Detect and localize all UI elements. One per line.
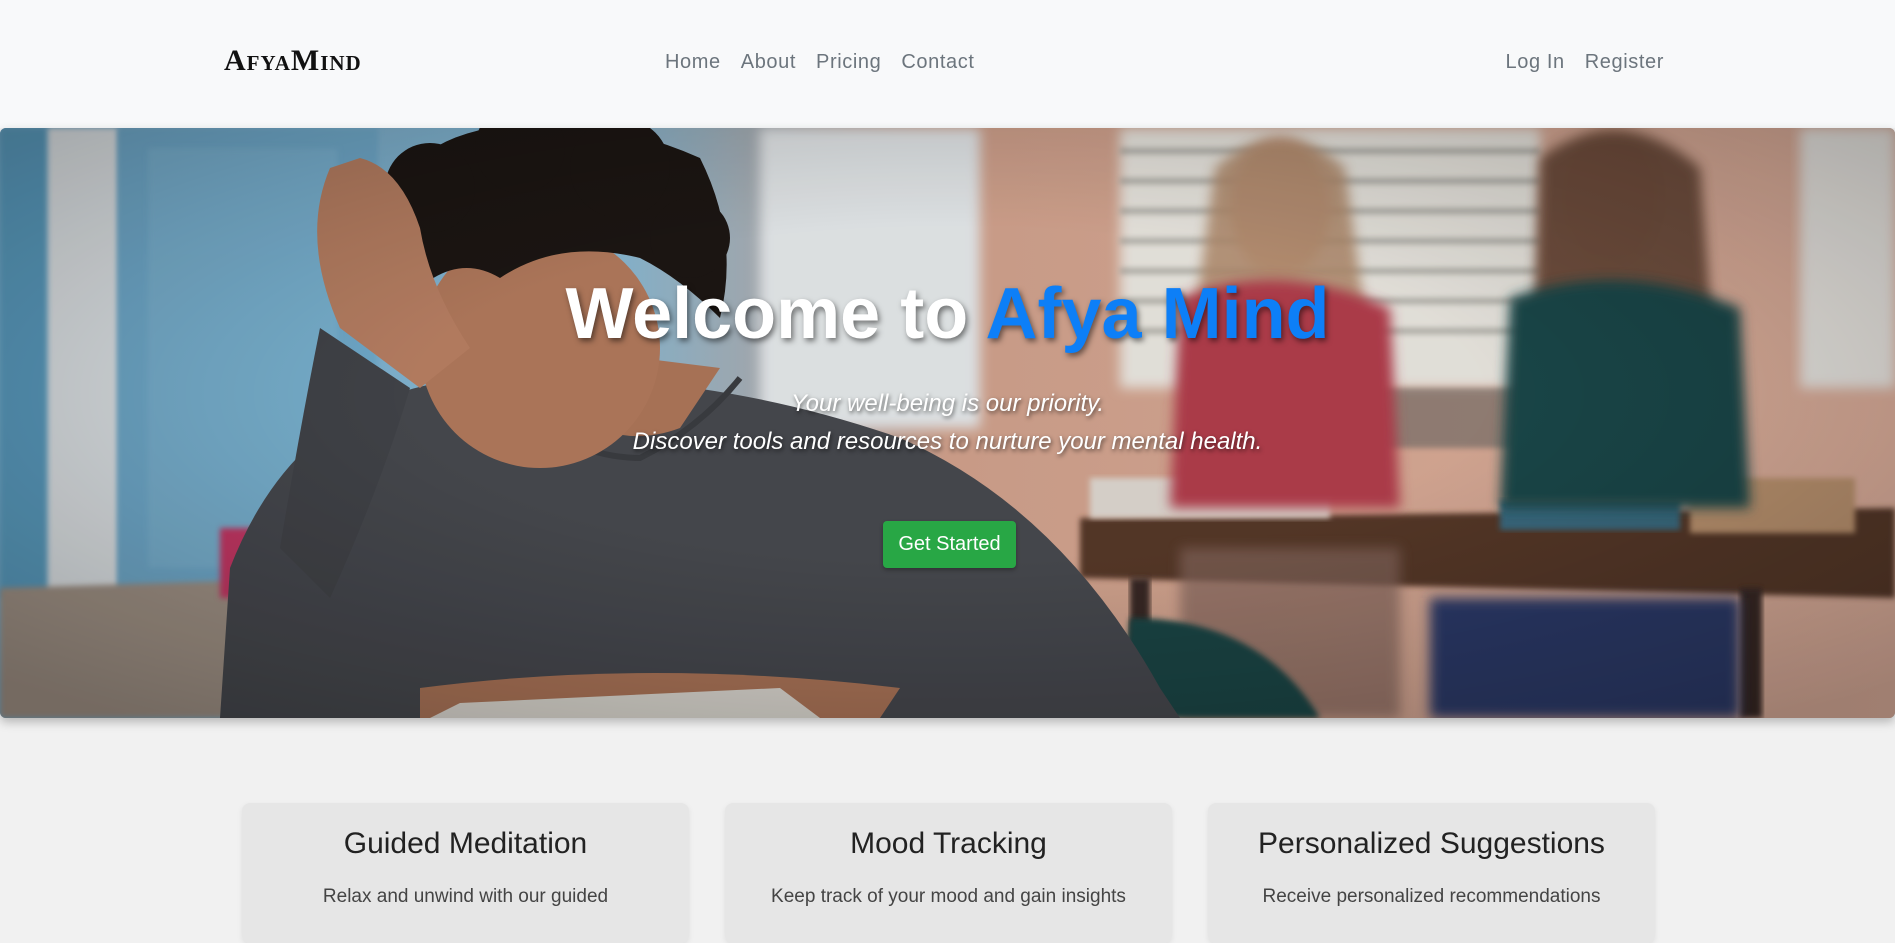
feature-card-meditation: Guided Meditation Relax and unwind with …	[242, 803, 689, 943]
feature-card-mood-tracking: Mood Tracking Keep track of your mood an…	[725, 803, 1172, 943]
nav-link-about[interactable]: About	[741, 51, 796, 74]
hero-title-accent: Afya Mind	[985, 274, 1330, 354]
nav-link-register[interactable]: Register	[1585, 51, 1664, 74]
feature-card-title: Personalized Suggestions	[1258, 827, 1605, 860]
feature-card-title: Mood Tracking	[850, 827, 1047, 860]
brand-logo[interactable]: AfyaMind	[224, 44, 362, 78]
main-nav: Home About Pricing Contact	[665, 51, 975, 74]
nav-link-contact[interactable]: Contact	[901, 51, 974, 74]
hero-title-prefix: Welcome to	[565, 274, 986, 354]
get-started-button[interactable]: Get Started	[883, 521, 1016, 568]
nav-link-pricing[interactable]: Pricing	[816, 51, 881, 74]
feature-card-title: Guided Meditation	[343, 827, 588, 860]
navbar: AfyaMind Home About Pricing Contact Log …	[0, 0, 1895, 128]
feature-card-text: Relax and unwind with our guided	[322, 886, 609, 907]
feature-card-personalized-suggestions: Personalized Suggestions Receive persona…	[1208, 803, 1655, 943]
auth-nav: Log In Register	[1506, 51, 1665, 74]
hero-subtitle-line1: Your well-being is our priority.	[790, 390, 1105, 417]
hero-banner: Welcome to Afya Mind Your well-being is …	[0, 128, 1895, 718]
feature-card-text: Receive personalized recommendations	[1262, 886, 1601, 907]
feature-card-text: Keep track of your mood and gain insight…	[771, 886, 1126, 907]
hero-subtitle-line2: Discover tools and resources to nurture …	[632, 428, 1263, 455]
nav-link-login[interactable]: Log In	[1506, 51, 1565, 74]
hero-title: Welcome to Afya Mind	[0, 273, 1895, 355]
hero-background-image	[0, 128, 1895, 718]
nav-link-home[interactable]: Home	[665, 51, 721, 74]
